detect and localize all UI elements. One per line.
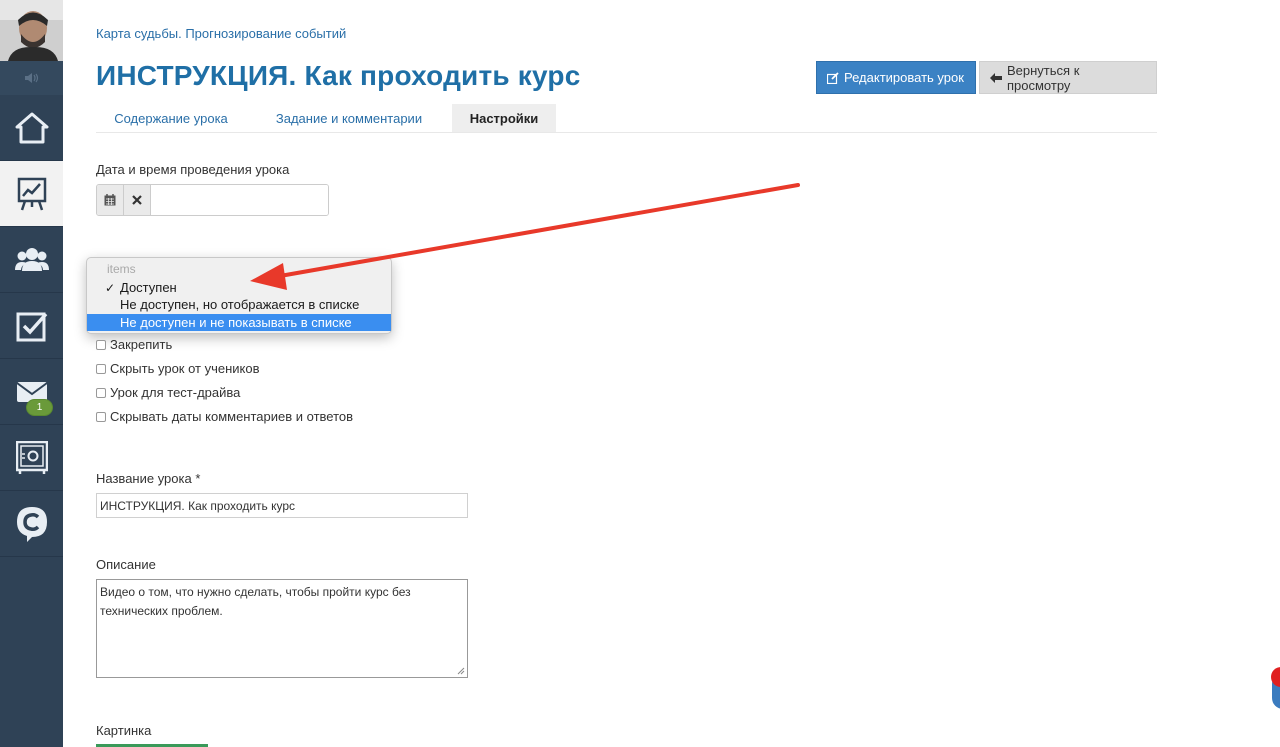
speaker-icon: [24, 73, 38, 83]
datetime-label: Дата и время проведения урока: [96, 162, 290, 177]
checkbox-icon: [16, 312, 47, 341]
message-count-badge: 1: [26, 399, 53, 416]
back-to-view-label: Вернуться к просмотру: [1007, 62, 1080, 93]
tab-lesson-content[interactable]: Содержание урока: [96, 104, 246, 132]
select-option-label: Не доступен и не показывать в списке: [120, 315, 352, 330]
calendar-button[interactable]: [97, 185, 124, 215]
checkbox-label: Скрывать даты комментариев и ответов: [110, 409, 354, 424]
select-option-label: Не доступен, но отображается в списке: [120, 297, 360, 312]
breadcrumb[interactable]: Карта судьбы. Прогнозирование событий: [96, 26, 346, 41]
page-title: ИНСТРУКЦИЯ. Как проходить курс: [96, 60, 581, 91]
edit-lesson-label: Редактировать урок: [844, 70, 964, 85]
tab-settings[interactable]: Настройки: [452, 104, 556, 132]
lesson-name-input[interactable]: ИНСТРУКЦИЯ. Как проходить курс: [96, 493, 468, 518]
calendar-icon: [104, 194, 116, 206]
description-textarea[interactable]: Видео о том, что нужно сделать, чтобы пр…: [96, 579, 468, 678]
availability-select-menu[interactable]: items ✓ Доступен Не доступен, но отображ…: [86, 257, 392, 334]
checkbox-label: Закрепить: [110, 337, 173, 352]
sidebar-item-messages[interactable]: 1: [0, 359, 63, 425]
sound-row[interactable]: [0, 61, 63, 95]
checkbox-test-drive[interactable]: Урок для тест-драйва: [96, 385, 240, 400]
home-icon: [15, 112, 48, 143]
select-option-available[interactable]: ✓ Доступен: [87, 279, 391, 296]
tabs-bar: Содержание урока Задание и комментарии Н…: [96, 104, 1157, 133]
back-to-view-button[interactable]: Вернуться к просмотру: [979, 61, 1157, 94]
resize-handle-icon[interactable]: [457, 667, 465, 675]
checkbox-label: Скрыть урок от учеников: [110, 361, 260, 376]
chart-board-icon: [17, 177, 46, 210]
select-option-unavailable-listed[interactable]: Не доступен, но отображается в списке: [87, 296, 391, 313]
select-option-unavailable-hidden[interactable]: Не доступен и не показывать в списке: [87, 314, 391, 331]
description-label: Описание: [96, 557, 156, 572]
safe-icon: [15, 440, 48, 474]
lesson-name-label: Название урока *: [96, 471, 201, 486]
arrow-left-icon: [990, 72, 1002, 83]
checkbox-box[interactable]: [96, 363, 106, 374]
select-menu-header: items: [107, 262, 136, 276]
clear-date-button[interactable]: [124, 185, 151, 215]
checkbox-pin[interactable]: Закрепить: [96, 337, 172, 352]
description-text: Видео о том, что нужно сделать, чтобы пр…: [100, 585, 411, 618]
checkbox-hide-comment-dates[interactable]: Скрывать даты комментариев и ответов: [96, 409, 353, 424]
avatar-photo: [0, 0, 63, 61]
sidebar-item-tasks[interactable]: [0, 293, 63, 359]
avatar[interactable]: [0, 0, 63, 61]
tab-task-and-comments[interactable]: Задание и комментарии: [256, 104, 442, 132]
checkmark-icon: ✓: [105, 280, 116, 295]
sidebar-item-users[interactable]: [0, 227, 63, 293]
sidebar-item-home[interactable]: [0, 95, 63, 161]
datetime-input[interactable]: [151, 185, 328, 215]
select-option-label: Доступен: [120, 280, 177, 295]
edit-icon: [827, 71, 839, 84]
sidebar-item-training[interactable]: [0, 161, 63, 227]
sidebar: 1: [0, 0, 63, 747]
datetime-picker: [96, 184, 329, 216]
brand-c-icon: [16, 506, 47, 542]
edit-lesson-button[interactable]: Редактировать урок: [816, 61, 976, 94]
checkbox-hide-from-students[interactable]: Скрыть урок от учеников: [96, 361, 260, 376]
checkbox-box[interactable]: [96, 339, 106, 350]
users-icon: [14, 247, 49, 271]
sidebar-item-brand[interactable]: [0, 491, 63, 557]
checkbox-box[interactable]: [96, 387, 106, 398]
sidebar-item-safe[interactable]: [0, 425, 63, 491]
image-label: Картинка: [96, 723, 152, 738]
checkbox-label: Урок для тест-драйва: [110, 385, 241, 400]
checkbox-box[interactable]: [96, 411, 106, 422]
close-icon: [132, 195, 142, 205]
